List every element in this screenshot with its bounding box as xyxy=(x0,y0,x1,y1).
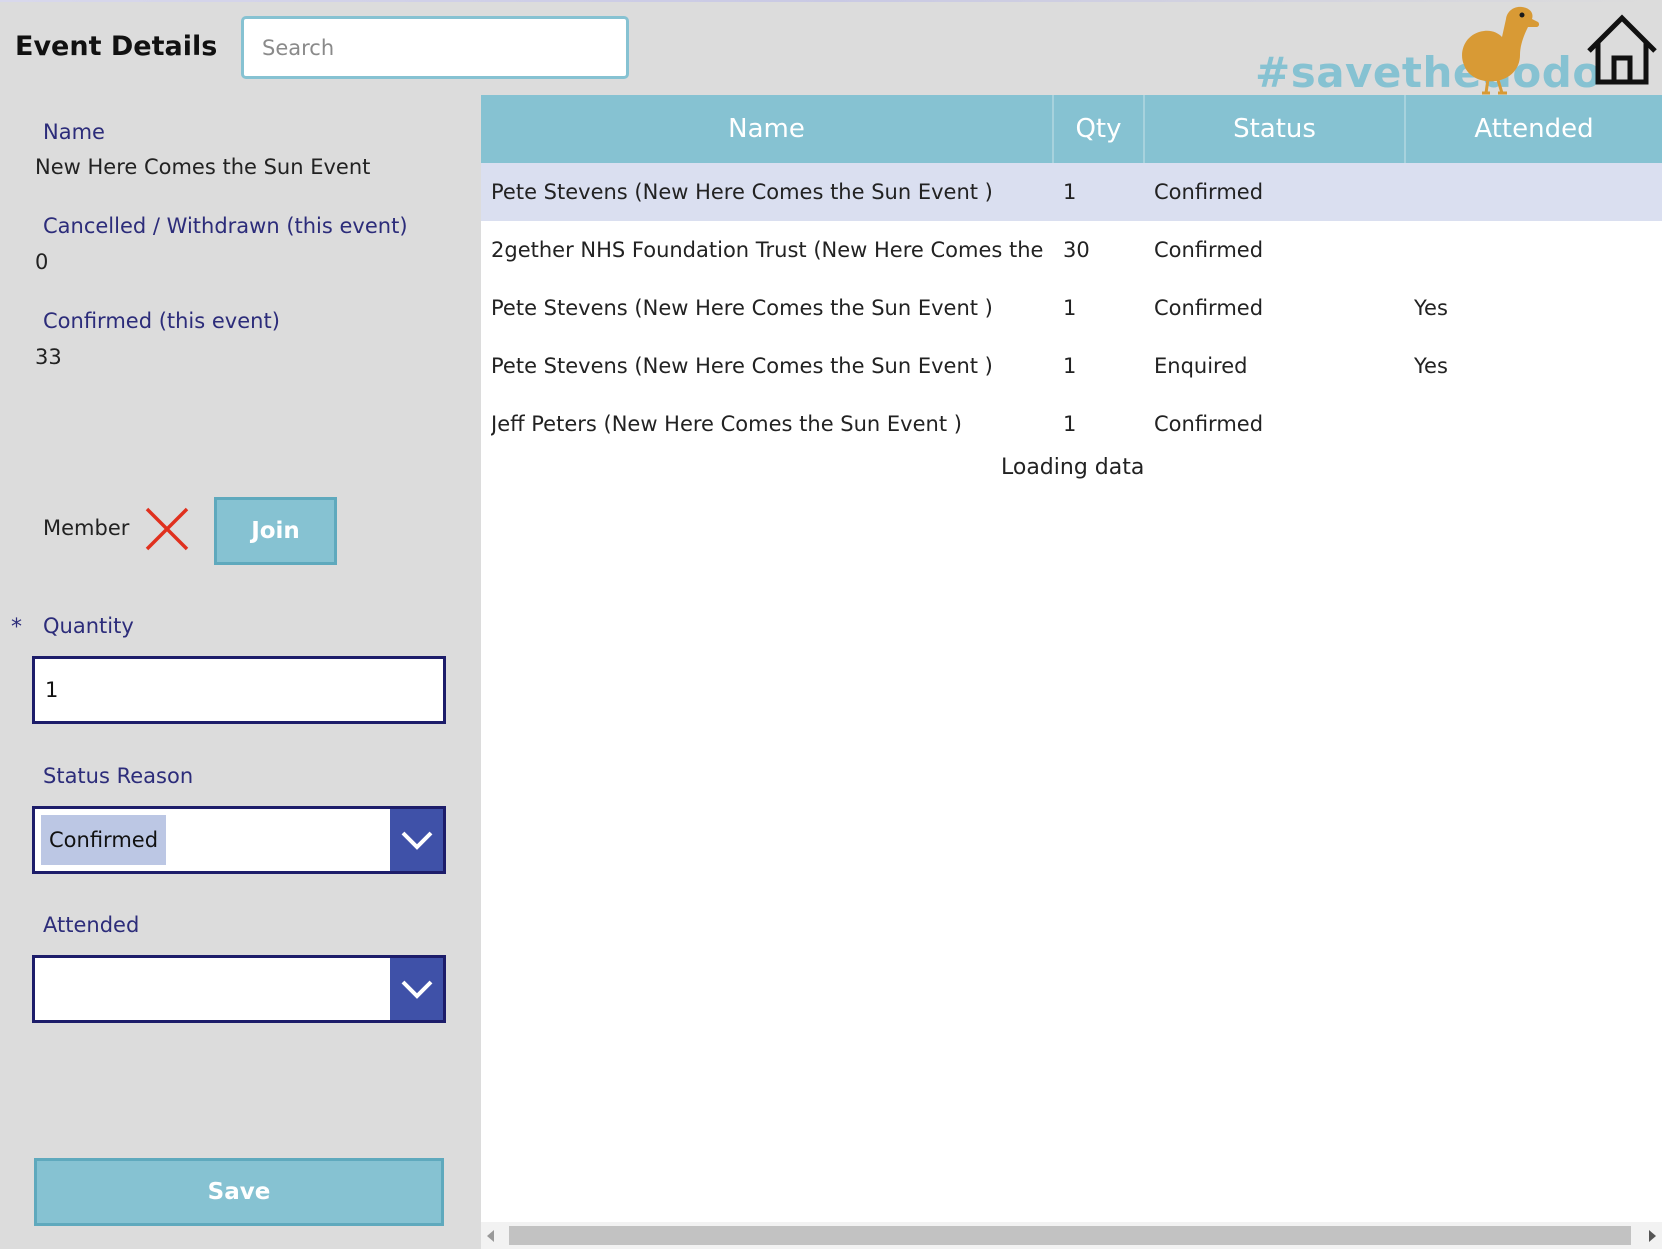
row-name: Jeff Peters (New Here Comes the Sun Even… xyxy=(491,412,962,436)
window-top-accent xyxy=(0,0,1662,2)
home-icon[interactable] xyxy=(1585,14,1659,86)
column-header-qty: Qty xyxy=(1075,114,1122,144)
row-name: 2gether NHS Foundation Trust (New Here C… xyxy=(491,238,1046,262)
row-name: Pete Stevens (New Here Comes the Sun Eve… xyxy=(491,180,993,204)
horizontal-scrollbar[interactable] xyxy=(481,1222,1662,1249)
column-header-name: Name xyxy=(728,114,805,144)
column-header-attended: Attended xyxy=(1474,114,1594,144)
search-box[interactable] xyxy=(241,16,629,79)
row-status: Confirmed xyxy=(1154,238,1264,262)
join-button[interactable]: Join xyxy=(214,497,337,565)
cancelled-value: 0 xyxy=(35,250,49,274)
row-name: Pete Stevens (New Here Comes the Sun Eve… xyxy=(491,354,993,378)
confirmed-value: 33 xyxy=(35,345,62,369)
row-attended xyxy=(1414,163,1654,221)
x-icon xyxy=(145,507,189,551)
status-reason-dropdown[interactable]: Confirmed xyxy=(32,806,446,874)
row-status: Confirmed xyxy=(1154,412,1264,436)
page-title: Event Details xyxy=(15,31,218,62)
table-row[interactable]: Jeff Peters (New Here Comes the Sun Even… xyxy=(481,395,1662,453)
name-value: New Here Comes the Sun Event xyxy=(35,155,371,179)
attended-label: Attended xyxy=(43,913,140,937)
row-attended: Yes xyxy=(1414,354,1448,378)
brand-hashtag: #savethedodo xyxy=(1255,48,1602,97)
row-status: Enquired xyxy=(1154,354,1248,378)
chevron-down-icon[interactable] xyxy=(390,958,443,1020)
row-qty: 1 xyxy=(1063,354,1077,378)
table-row[interactable]: Pete Stevens (New Here Comes the Sun Eve… xyxy=(481,337,1662,395)
row-qty: 30 xyxy=(1063,238,1090,262)
loading-indicator: Loading data xyxy=(1001,455,1145,480)
scroll-left-arrow-icon[interactable] xyxy=(487,1230,494,1242)
status-reason-label: Status Reason xyxy=(43,764,194,788)
quantity-input[interactable] xyxy=(35,659,443,721)
row-name: Pete Stevens (New Here Comes the Sun Eve… xyxy=(491,296,993,320)
row-qty: 1 xyxy=(1063,180,1077,204)
table-row[interactable]: Pete Stevens (New Here Comes the Sun Eve… xyxy=(481,163,1662,221)
row-status: Confirmed xyxy=(1154,296,1264,320)
name-label: Name xyxy=(43,120,105,144)
registrations-gallery: Name Qty Status Attended Pete Stevens (N… xyxy=(481,95,1662,1249)
row-attended: Yes xyxy=(1414,296,1448,320)
row-qty: 1 xyxy=(1063,296,1077,320)
row-attended xyxy=(1414,221,1654,279)
scroll-right-arrow-icon[interactable] xyxy=(1649,1230,1656,1242)
status-reason-selected-value: Confirmed xyxy=(41,815,167,865)
dodo-bird-icon xyxy=(1462,6,1540,95)
table-row[interactable]: 2gether NHS Foundation Trust (New Here C… xyxy=(481,221,1662,279)
member-label: Member xyxy=(43,516,130,540)
row-attended xyxy=(1414,395,1654,453)
required-marker: * xyxy=(11,615,22,640)
attended-dropdown[interactable] xyxy=(32,955,446,1023)
chevron-down-icon[interactable] xyxy=(390,809,443,871)
row-status: Confirmed xyxy=(1154,180,1264,204)
search-input[interactable] xyxy=(244,19,626,76)
row-qty: 1 xyxy=(1063,412,1077,436)
confirmed-label: Confirmed (this event) xyxy=(43,309,280,333)
save-button[interactable]: Save xyxy=(34,1158,444,1226)
quantity-field[interactable] xyxy=(32,656,446,724)
table-row[interactable]: Pete Stevens (New Here Comes the Sun Eve… xyxy=(481,279,1662,337)
scrollbar-thumb[interactable] xyxy=(509,1226,1631,1245)
table-header: Name Qty Status Attended xyxy=(481,95,1662,163)
column-header-status: Status xyxy=(1233,114,1316,144)
cancelled-label: Cancelled / Withdrawn (this event) xyxy=(43,214,408,238)
quantity-label: Quantity xyxy=(43,614,134,638)
